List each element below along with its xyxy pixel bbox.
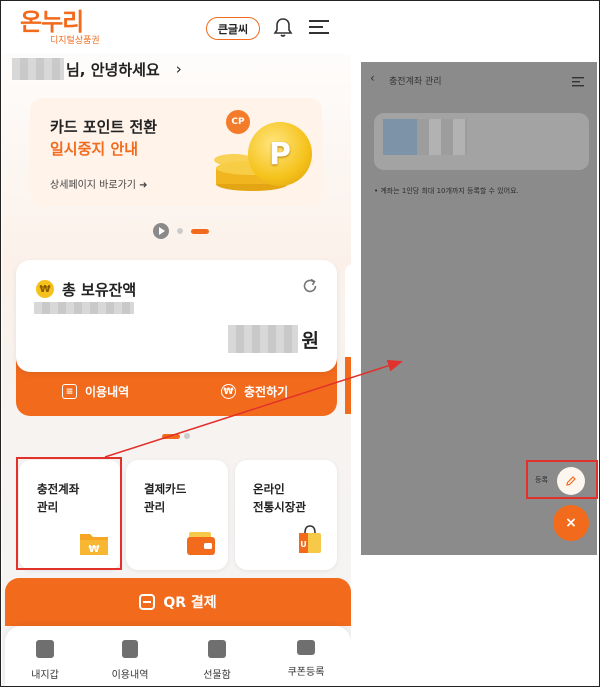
pager-dot — [177, 228, 183, 234]
wallet-icon — [36, 640, 54, 658]
account-limit-note: • 계좌는 1인당 최대 10개까지 등록할 수 있어요. — [374, 187, 519, 195]
shopping-bag-icon: U — [299, 525, 321, 553]
app-logo[interactable]: 온누리 디지털상품권 — [20, 8, 100, 46]
pager-active — [191, 228, 209, 234]
tab-gift-box[interactable]: 선물함 — [177, 640, 257, 681]
receipt-icon: ≡ — [62, 384, 77, 399]
account-info-blurred — [383, 119, 469, 155]
tab-my-wallet[interactable]: 내지갑 — [5, 640, 85, 681]
screenshot-frame: 온누리 디지털상품권 큰글씨 님, 안녕하세요 › 카드 포인트 전환 일시중지… — [0, 0, 600, 687]
refresh-icon[interactable] — [301, 277, 319, 295]
screen-title: 충전계좌 관리 — [389, 77, 442, 87]
balance-panel: ₩ 총 보유잔액 원 — [16, 260, 337, 372]
won-coin-icon: ₩ — [36, 280, 54, 298]
tile-label-1: 결제카드 — [144, 482, 187, 496]
balance-subtext-blurred — [34, 302, 134, 314]
banner-detail-link[interactable]: 상세페이지 바로가기 ➜ — [50, 176, 148, 191]
svg-text:U: U — [300, 540, 307, 549]
large-font-button[interactable]: 큰글씨 — [206, 17, 260, 40]
next-card-peek-bottom — [345, 357, 351, 414]
menu-icon[interactable] — [572, 77, 584, 87]
coupon-icon — [297, 640, 315, 655]
won-icon: ₩ — [221, 384, 236, 399]
balance-value-blurred — [227, 325, 298, 353]
tile-label-2: 관리 — [144, 500, 166, 514]
gift-icon — [208, 640, 226, 658]
document-icon — [122, 640, 138, 658]
user-name-blurred — [12, 58, 64, 80]
tab-label: 이용내역 — [111, 670, 149, 681]
tile-label-1: 온라인 — [253, 482, 285, 496]
logo-subtitle: 디지털상품권 — [50, 36, 100, 46]
wallet-card-icon — [187, 532, 215, 555]
pager-active — [162, 433, 180, 439]
account-number-blurred — [417, 119, 467, 155]
logo-text: 온누리 — [20, 8, 84, 36]
close-fab-button[interactable]: × — [553, 505, 589, 541]
balance-pager[interactable] — [162, 433, 190, 439]
tab-label: 내지갑 — [31, 670, 59, 681]
greeting-row[interactable]: 님, 안녕하세요 › — [12, 56, 182, 82]
tile-payment-card[interactable]: 결제카드 관리 — [126, 460, 228, 570]
highlight-register-button — [526, 460, 598, 499]
qr-scan-icon — [139, 594, 156, 610]
tab-usage-history[interactable]: 이용내역 — [90, 640, 170, 681]
highlight-charge-account-tile — [16, 457, 122, 570]
promo-banner[interactable]: 카드 포인트 전환 일시중지 안내 상세페이지 바로가기 ➜ P CP — [30, 98, 322, 206]
currency-unit: 원 — [301, 329, 319, 352]
menu-icon[interactable] — [309, 19, 329, 35]
banner-pager[interactable] — [153, 223, 209, 239]
charge-button[interactable]: ₩ 충전하기 — [221, 383, 288, 400]
tab-label: 쿠폰등록 — [287, 667, 325, 678]
banner-title: 카드 포인트 전환 — [50, 118, 158, 136]
chevron-right-icon: › — [175, 60, 182, 78]
balance-card: ₩ 총 보유잔액 원 ≡ 이용내역 ₩ 충전하기 — [16, 260, 337, 416]
play-icon[interactable] — [153, 223, 169, 239]
back-arrow-icon[interactable]: ‹ — [370, 71, 375, 85]
registered-account-card[interactable] — [374, 113, 589, 170]
banner-subtitle: 일시중지 안내 — [50, 140, 139, 158]
bank-logo-blurred — [383, 119, 417, 155]
cp-tag-icon: CP — [226, 110, 250, 134]
pager-dot — [184, 433, 190, 439]
balance-title: 총 보유잔액 — [62, 281, 137, 299]
tile-label-2: 전통시장관 — [253, 500, 306, 514]
usage-history-button[interactable]: ≡ 이용내역 — [62, 383, 129, 400]
point-coin-icon: P — [248, 122, 312, 186]
tile-online-market[interactable]: 온라인 전통시장관 U — [235, 460, 337, 570]
qr-pay-button[interactable]: QR 결제 — [5, 578, 351, 626]
main-screen: 온누리 디지털상품권 큰글씨 님, 안녕하세요 › 카드 포인트 전환 일시중지… — [2, 2, 351, 686]
tab-coupon-register[interactable]: 쿠폰등록 — [266, 640, 346, 678]
qr-pay-label: QR 결제 — [163, 595, 217, 611]
bell-icon[interactable] — [272, 16, 294, 38]
charge-label: 충전하기 — [244, 385, 289, 399]
bottom-tab-bar: 내지갑 이용내역 선물함 쿠폰등록 — [5, 626, 351, 686]
balance-amount: 원 — [227, 325, 319, 353]
tab-label: 선물함 — [203, 670, 231, 681]
app-header: 온누리 디지털상품권 큰글씨 — [2, 2, 351, 54]
usage-history-label: 이용내역 — [85, 385, 130, 399]
greeting-text: 님, 안녕하세요 — [66, 60, 160, 79]
